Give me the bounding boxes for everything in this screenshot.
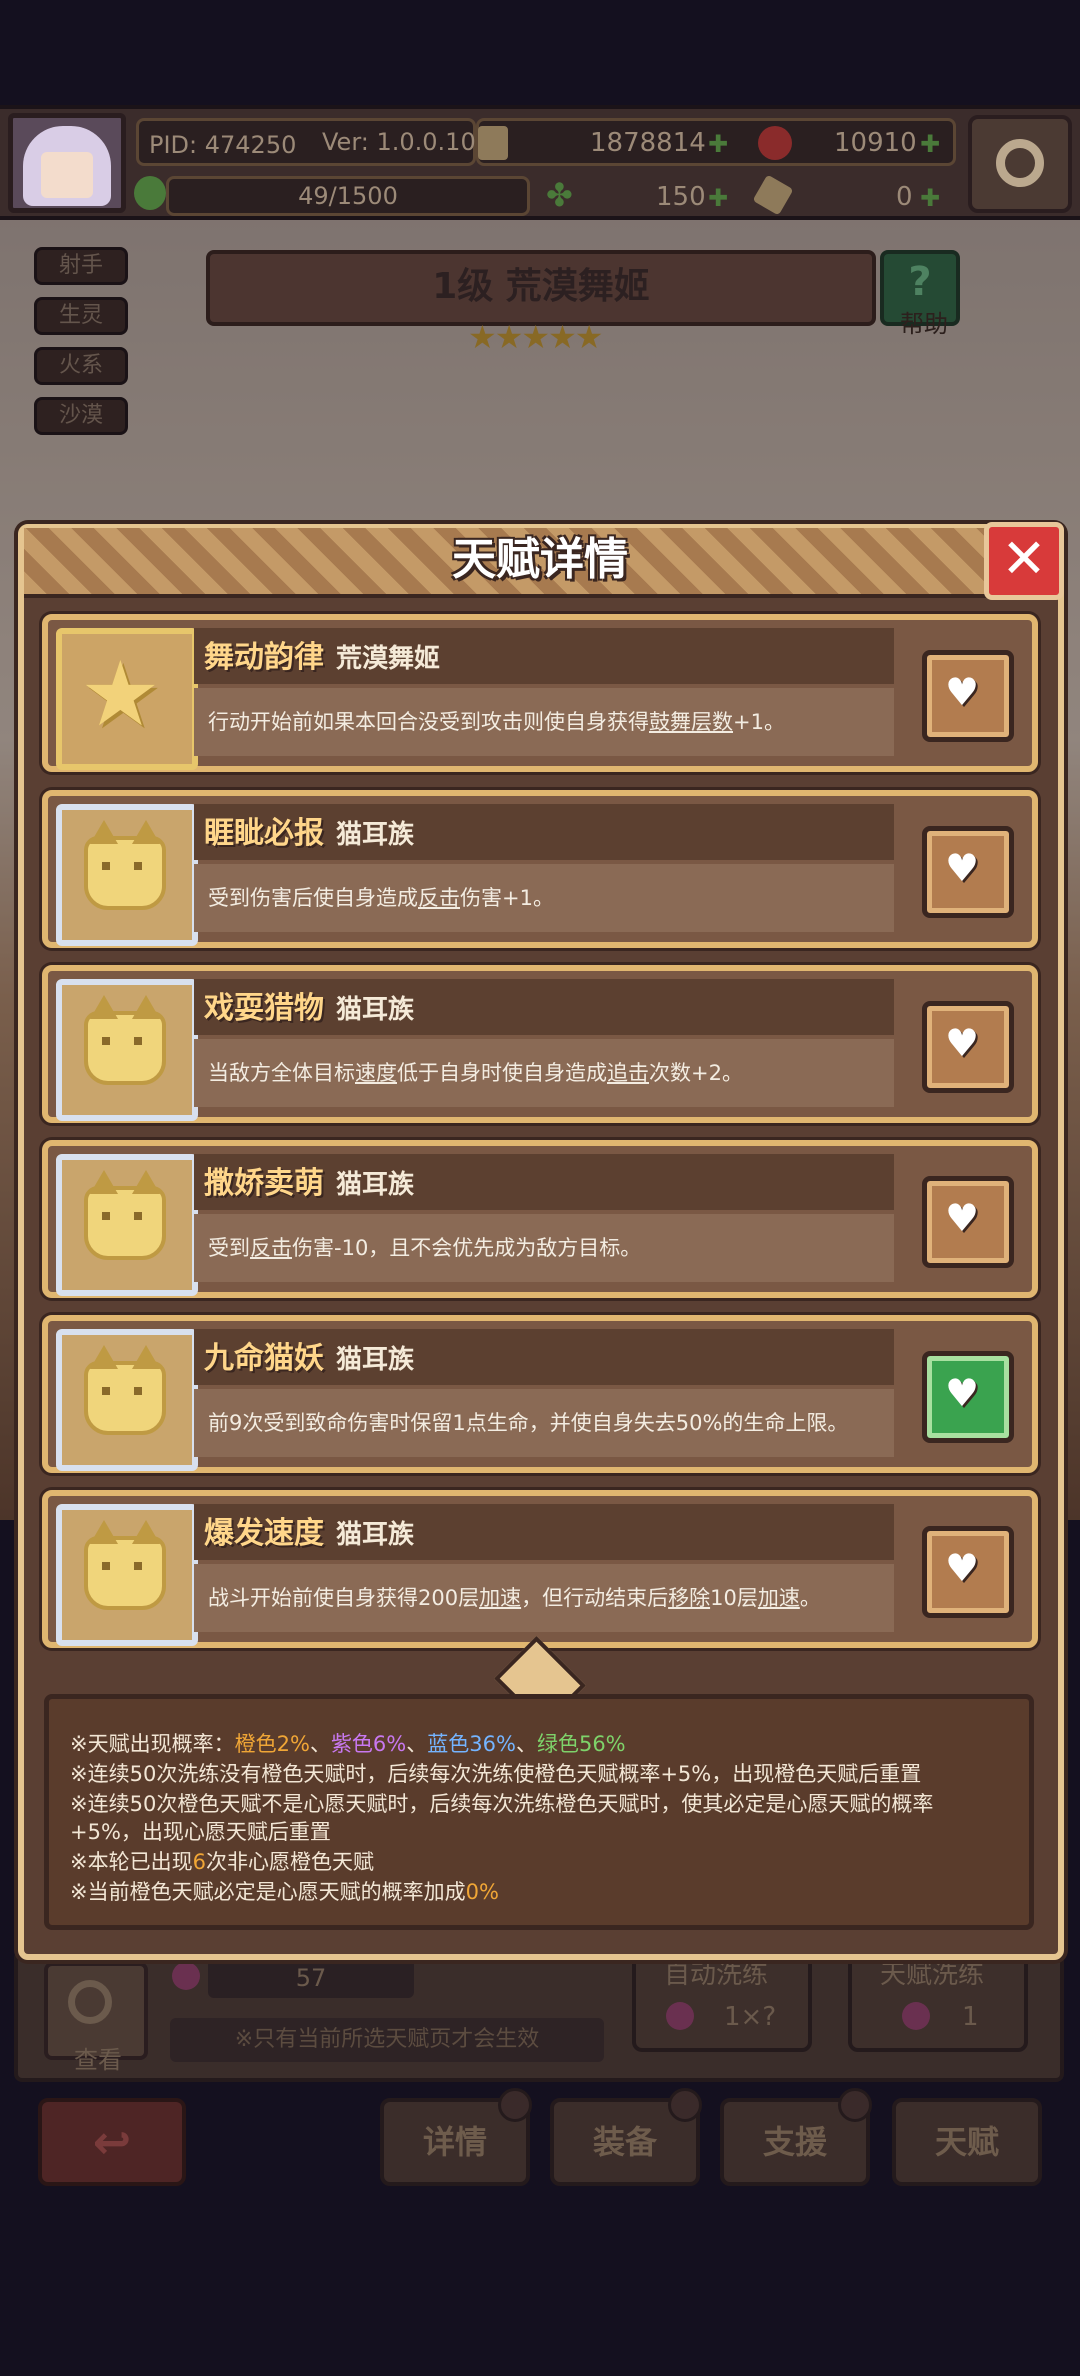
clover-icon: ✤: [546, 176, 573, 214]
add-ticket-icon[interactable]: ✚: [920, 184, 940, 212]
notification-dot: [498, 2088, 532, 2122]
stamina-icon: [134, 176, 166, 210]
talent-type: 荒漠舞姬: [336, 644, 441, 674]
potion-count: 57: [208, 1958, 414, 1998]
settings-gear-icon[interactable]: [968, 115, 1072, 213]
talent-card[interactable]: 九命猫妖 猫耳族前9次受到致命伤害时保留1点生命，并使自身失去50%的生命上限。 ♥: [42, 1315, 1038, 1473]
talent-name: 撒娇卖萌: [204, 1166, 324, 1201]
cat-icon: [56, 1154, 198, 1296]
ticket-amount: 0: [896, 182, 913, 212]
add-clover-icon[interactable]: ✚: [708, 184, 728, 212]
wish-bonus-line: ※当前橙色天赋必定是心愿天赋的概率加成0%: [70, 1880, 499, 1904]
wish-heart-button[interactable]: ♥: [922, 650, 1014, 742]
talent-card[interactable]: 戏耍猎物 猫耳族当敌方全体目标速度低于自身时使自身造成追击次数+2。 ♥: [42, 965, 1038, 1123]
notification-dot: [838, 2088, 872, 2122]
auto-wash-button[interactable]: 自动洗练 1×?: [632, 1952, 812, 2052]
version-label: Ver: 1.0.0.10: [322, 128, 476, 156]
star-icon: ★: [56, 628, 198, 770]
potion-icon: [172, 1962, 200, 1990]
talent-description: 战斗开始前使自身获得200层加速，但行动结束后移除10层加速。: [208, 1586, 821, 1610]
round-count-line: ※本轮已出现6次非心愿橙色天赋: [70, 1850, 374, 1874]
nav-equipment-button[interactable]: 装备: [550, 2088, 702, 2186]
stamina-bar: 49/1500: [166, 176, 530, 216]
talent-name: 舞动韵律: [204, 640, 324, 675]
keyword-link[interactable]: 加速: [479, 1586, 521, 1610]
heart-icon: ♥: [945, 1196, 980, 1240]
talent-card[interactable]: ★ 舞动韵律 荒漠舞姬行动开始前如果本回合没受到攻击则使自身获得鼓舞层数+1。 ♥: [42, 614, 1038, 772]
talent-name: 戏耍猎物: [204, 991, 324, 1026]
gem-amount: 10910: [834, 128, 917, 158]
magnifier-icon: [68, 1980, 112, 2024]
talent-description: 前9次受到致命伤害时保留1点生命，并使自身失去50%的生命上限。: [208, 1411, 849, 1435]
page-note: ※只有当前所选天赋页才会生效: [170, 2018, 604, 2062]
wish-heart-button[interactable]: ♥: [922, 1526, 1014, 1618]
wish-rule-line-2: +5%，出现心愿天赋后重置: [70, 1820, 331, 1844]
clover-amount: 150: [656, 182, 706, 212]
keyword-link[interactable]: 速度: [355, 1061, 397, 1085]
heart-icon: ♥: [945, 846, 980, 890]
talent-description: 当敌方全体目标速度低于自身时使自身造成追击次数+2。: [208, 1061, 743, 1085]
modal-title: 天赋详情: [452, 534, 628, 585]
keyword-link[interactable]: 反击: [418, 886, 460, 910]
heart-icon: ♥: [945, 670, 980, 714]
gold-coin-icon: [478, 126, 508, 160]
keyword-link[interactable]: 移除: [668, 1586, 710, 1610]
talent-card[interactable]: 睚眦必报 猫耳族受到伤害后使自身造成反击伤害+1。 ♥: [42, 790, 1038, 948]
keyword-link[interactable]: 追击: [607, 1061, 649, 1085]
talent-card[interactable]: 爆发速度 猫耳族战斗开始前使自身获得200层加速，但行动结束后移除10层加速。 ♥: [42, 1490, 1038, 1648]
nav-details-button[interactable]: 详情: [380, 2088, 532, 2186]
cat-icon: [56, 804, 198, 946]
talent-type: 猫耳族: [336, 820, 415, 850]
back-button[interactable]: ↩: [38, 2098, 186, 2186]
talent-description: 受到反击伤害-10，且不会优先成为敌方目标。: [208, 1236, 642, 1260]
keyword-link[interactable]: 加速: [758, 1586, 800, 1610]
talent-name: 睚眦必报: [204, 816, 324, 851]
talent-type: 猫耳族: [336, 995, 415, 1025]
talent-wash-button[interactable]: 天赋洗练 1: [848, 1952, 1028, 2052]
add-gold-icon[interactable]: ✚: [708, 130, 728, 158]
talent-description: 受到伤害后使自身造成反击伤害+1。: [208, 886, 554, 910]
talent-name: 爆发速度: [204, 1516, 324, 1551]
close-button[interactable]: ✕: [984, 522, 1064, 600]
wish-heart-button[interactable]: ♥: [922, 826, 1014, 918]
wish-heart-button[interactable]: ♥: [922, 1001, 1014, 1093]
auto-wash-potion-icon: [666, 2002, 694, 2030]
talent-name: 九命猫妖: [204, 1341, 324, 1376]
wish-heart-button[interactable]: ♥: [922, 1351, 1014, 1443]
cat-icon: [56, 1504, 198, 1646]
probability-line: ※天赋出现概率：橙色2%、紫色6%、蓝色36%、绿色56%: [70, 1732, 626, 1756]
keyword-link[interactable]: 鼓舞层数: [649, 710, 733, 734]
talent-card[interactable]: 撒娇卖萌 猫耳族受到反击伤害-10，且不会优先成为敌方目标。 ♥: [42, 1140, 1038, 1298]
talent-type: 猫耳族: [336, 1170, 415, 1200]
heart-icon: ♥: [945, 1371, 980, 1415]
pity-rule-line: ※连续50次洗练没有橙色天赋时，后续每次洗练使橙色天赋概率+5%，出现橙色天赋后…: [70, 1762, 922, 1786]
cat-icon: [56, 979, 198, 1121]
talent-type: 猫耳族: [336, 1345, 415, 1375]
add-gem-icon[interactable]: ✚: [920, 130, 940, 158]
heart-icon: ♥: [945, 1021, 980, 1065]
wish-rule-line: ※连续50次橙色天赋不是心愿天赋时，后续每次洗练橙色天赋时，使其必定是心愿天赋的…: [70, 1792, 934, 1816]
view-label: 查看: [74, 2046, 122, 2074]
talent-description: 行动开始前如果本回合没受到攻击则使自身获得鼓舞层数+1。: [208, 710, 785, 734]
gold-amount: 1878814: [590, 128, 706, 158]
nav-talent-button[interactable]: 天赋: [892, 2098, 1042, 2186]
notification-dot: [668, 2088, 702, 2122]
nav-support-button[interactable]: 支援: [720, 2088, 872, 2186]
wish-heart-button[interactable]: ♥: [922, 1176, 1014, 1268]
heart-icon: ♥: [945, 1546, 980, 1590]
player-avatar[interactable]: [8, 113, 126, 213]
keyword-link[interactable]: 反击: [250, 1236, 292, 1260]
cat-icon: [56, 1329, 198, 1471]
ruby-icon: [758, 126, 792, 160]
talent-type: 猫耳族: [336, 1520, 415, 1550]
talent-wash-potion-icon: [902, 2002, 930, 2030]
